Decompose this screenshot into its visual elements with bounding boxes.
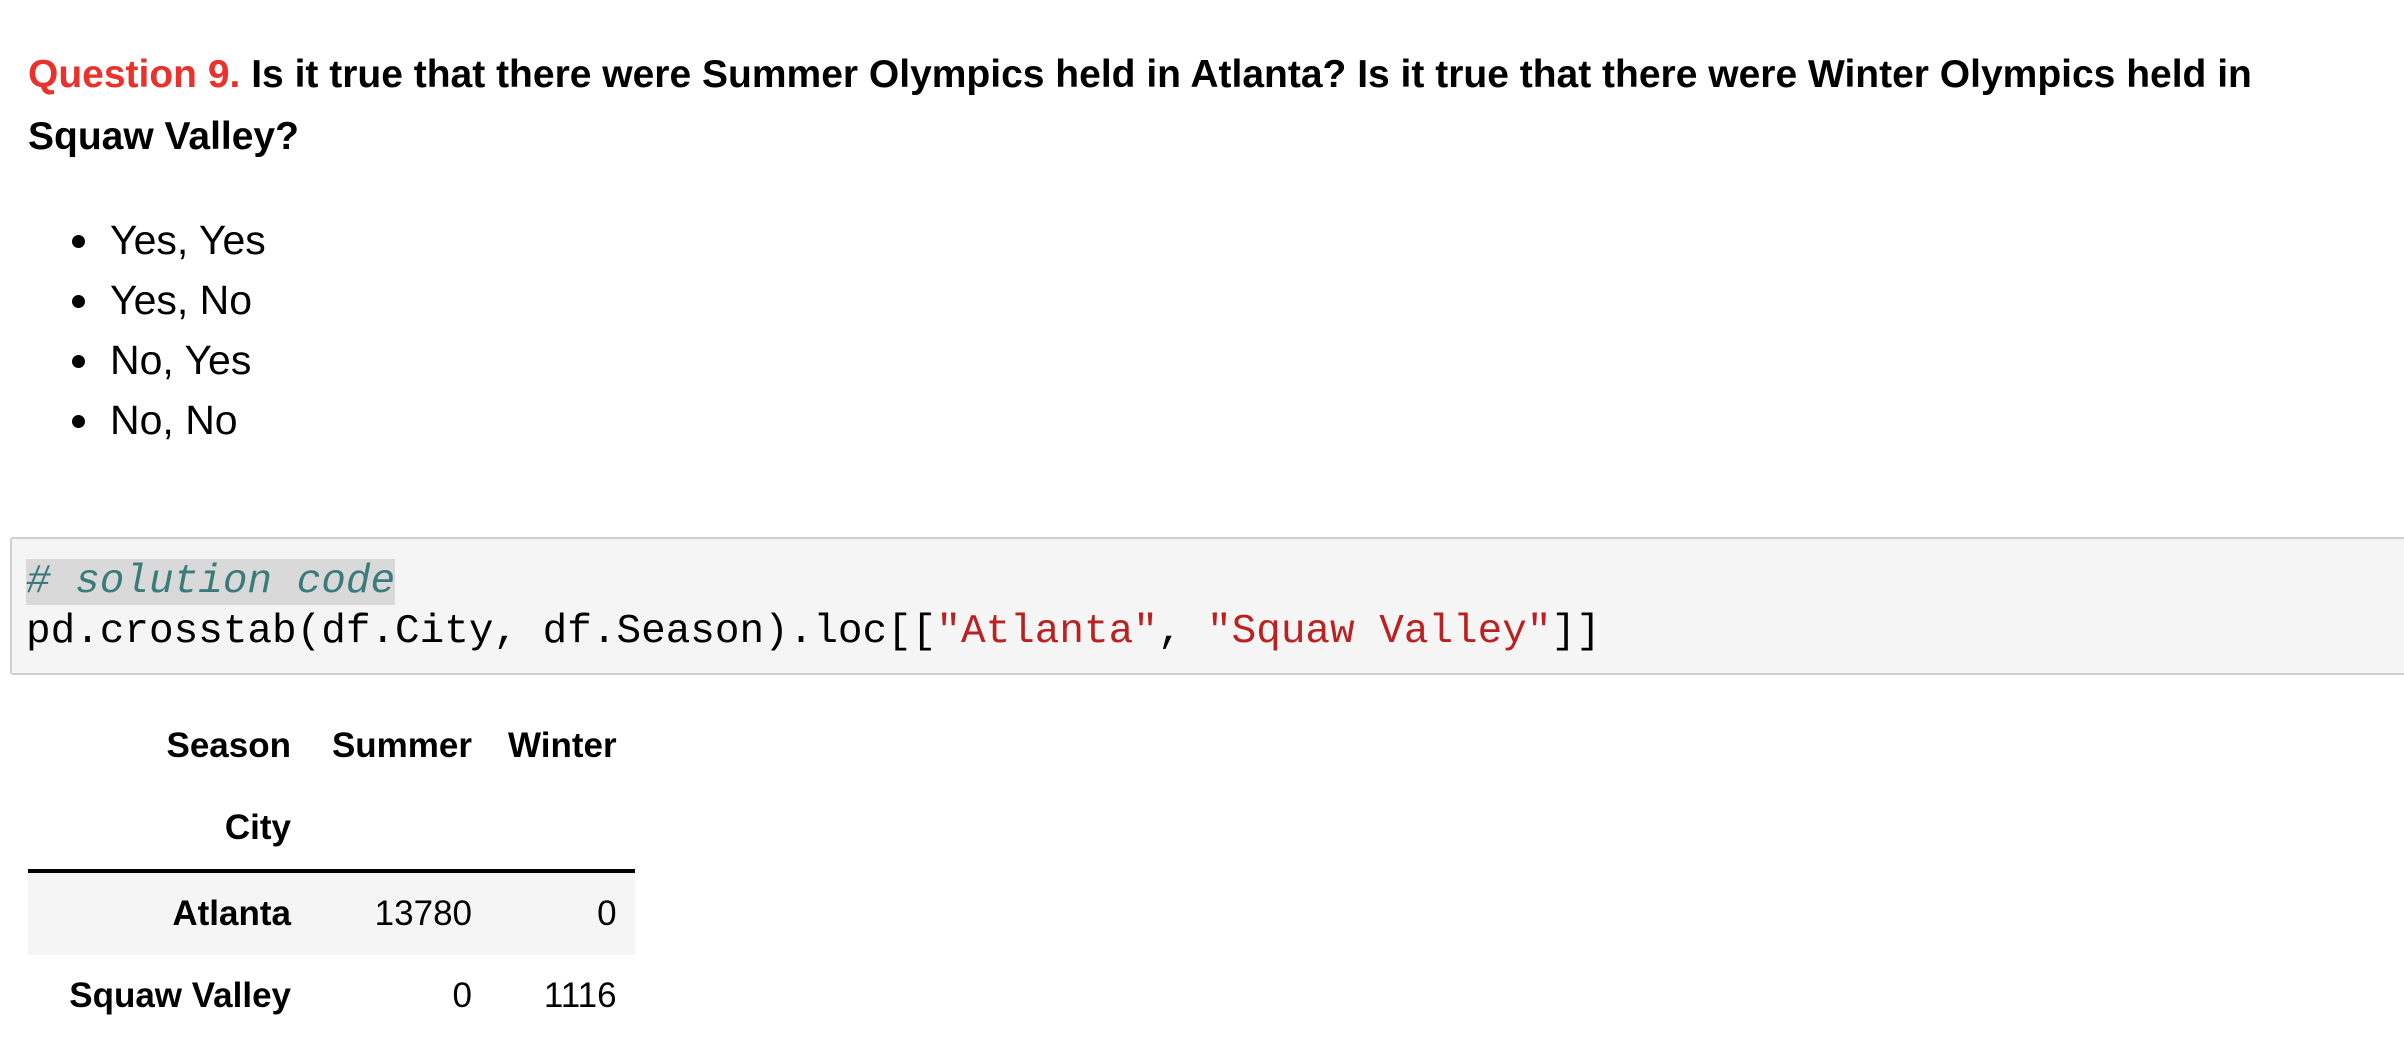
answer-option: Yes, Yes bbox=[62, 210, 266, 270]
code-cell-editor[interactable]: # solution code pd.crosstab(df.City, df.S… bbox=[10, 537, 2404, 675]
table-cell: 0 bbox=[597, 894, 617, 933]
row-index-label: Squaw Valley bbox=[69, 976, 291, 1015]
output-dataframe: Season Summer Winter City Atlanta 13780 … bbox=[28, 705, 635, 1037]
code-line-1: # solution code bbox=[26, 557, 2404, 607]
answer-option: No, Yes bbox=[62, 330, 266, 390]
answer-options-list: Yes, Yes Yes, No No, Yes No, No bbox=[62, 210, 266, 450]
question-label: Question 9. bbox=[28, 53, 241, 96]
bullet-icon bbox=[72, 415, 85, 428]
question-body: Is it true that there were Summer Olympi… bbox=[28, 53, 2252, 158]
table-row: Squaw Valley 0 1116 bbox=[28, 955, 635, 1037]
columns-name-header: Season bbox=[166, 726, 292, 765]
table-cell: 13780 bbox=[374, 894, 472, 933]
table-cell: 0 bbox=[452, 976, 472, 1015]
answer-option-label: Yes, Yes bbox=[110, 217, 266, 263]
code-string-squaw-valley: "Squaw Valley" bbox=[1207, 609, 1552, 655]
code-string-atlanta: "Atlanta" bbox=[936, 609, 1158, 655]
row-index-label: Atlanta bbox=[172, 894, 291, 933]
answer-option: Yes, No bbox=[62, 270, 266, 330]
bullet-icon bbox=[72, 355, 85, 368]
empty-header-cell bbox=[490, 787, 635, 873]
answer-option-label: Yes, No bbox=[110, 277, 253, 323]
code-comment: # solution code bbox=[26, 559, 396, 605]
answer-option-label: No, No bbox=[110, 397, 238, 443]
index-name-header: City bbox=[28, 787, 309, 873]
table-row: Atlanta 13780 0 bbox=[28, 871, 635, 955]
code-suffix: ]] bbox=[1551, 609, 1601, 655]
column-header-winter: Winter bbox=[508, 726, 617, 765]
bullet-icon bbox=[72, 295, 85, 308]
column-header-summer: Summer bbox=[331, 726, 472, 765]
table-header-row: Season Summer Winter bbox=[28, 705, 635, 787]
code-line-2: pd.crosstab(df.City, df.Season).loc[["At… bbox=[26, 607, 2404, 657]
code-separator: , bbox=[1157, 609, 1208, 655]
table-cell: 1116 bbox=[543, 976, 617, 1015]
answer-option: No, No bbox=[62, 390, 266, 450]
empty-header-cell bbox=[309, 787, 490, 873]
bullet-icon bbox=[72, 235, 85, 248]
code-prefix: pd.crosstab(df.City, df.Season).loc[[ bbox=[26, 609, 937, 655]
index-name-row: City bbox=[28, 787, 635, 873]
question-text: Question 9. Is it true that there were S… bbox=[28, 44, 2388, 168]
answer-option-label: No, Yes bbox=[110, 337, 252, 383]
